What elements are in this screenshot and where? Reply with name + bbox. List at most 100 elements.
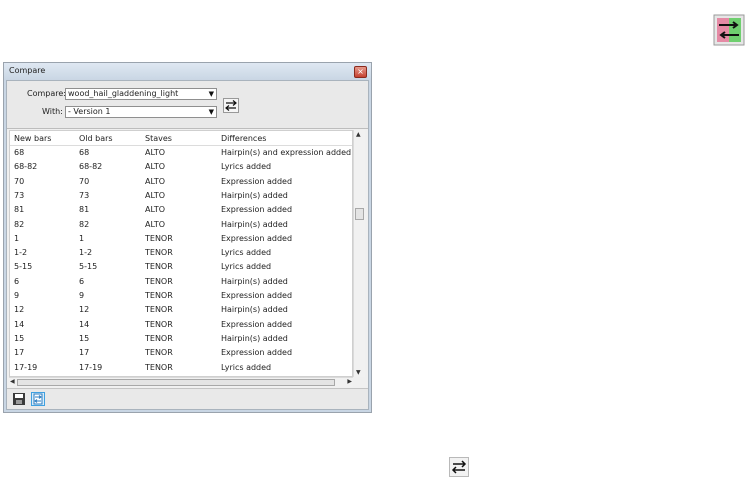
cell-differences: Expression added [221, 233, 293, 243]
cell-differences: Hairpin(s) added [221, 190, 288, 200]
cell-new-bars: 68 [14, 148, 25, 157]
cell-old-bars: 70 [79, 176, 90, 186]
cell-differences: Lyrics added [221, 362, 272, 372]
cell-old-bars: 1-2 [79, 248, 93, 258]
table-row[interactable]: 15 15 TENOR Hairpin(s) added [10, 332, 352, 346]
chevron-down-icon: ▼ [208, 108, 214, 116]
cell-staves: ALTO [145, 205, 166, 215]
cell-old-bars: 73 [79, 190, 90, 200]
cell-new-bars: 70 [14, 176, 25, 186]
scroll-down-icon[interactable]: ▼ [356, 369, 361, 376]
table-row[interactable]: 9 9 TENOR Expression added [10, 289, 352, 303]
cell-new-bars: 81 [14, 205, 25, 215]
column-header-new-bars[interactable]: New bars [14, 134, 51, 143]
table-row[interactable]: 82 82 ALTO Hairpin(s) added [10, 218, 352, 232]
table-row[interactable]: 17-19 17-19 TENOR Lyrics added [10, 361, 352, 375]
cell-staves: TENOR [145, 348, 173, 358]
cell-staves: TENOR [145, 319, 173, 329]
cell-staves: TENOR [145, 333, 173, 343]
cell-staves: TENOR [145, 362, 173, 372]
compare-select-value: wood_hail_gladdening_light [68, 89, 179, 98]
scroll-right-icon[interactable]: ▶ [347, 378, 352, 385]
cell-old-bars: 12 [79, 305, 90, 315]
cell-differences: Hairpin(s) added [221, 305, 288, 315]
cell-staves: ALTO [145, 219, 166, 229]
table-row[interactable]: 17 17 TENOR Expression added [10, 346, 352, 360]
table-row[interactable]: 70 70 ALTO Expression added [10, 175, 352, 189]
cell-differences: Expression added [221, 291, 293, 300]
cell-old-bars: 15 [79, 333, 90, 343]
cell-old-bars: 68 [79, 148, 90, 157]
cell-differences: Expression added [221, 319, 293, 329]
swap-panels-icon[interactable] [713, 14, 745, 46]
cell-staves: TENOR [145, 291, 173, 300]
with-select[interactable]: - Version 1 ▼ [65, 106, 217, 118]
dialog-footer [7, 388, 368, 409]
compare-dialog: Compare × Compare: wood_hail_gladdening_… [3, 62, 372, 413]
table-row[interactable]: 6 6 TENOR Hairpin(s) added [10, 275, 352, 289]
cell-old-bars: 1 [79, 233, 85, 243]
horizontal-scroll-thumb[interactable] [17, 379, 335, 386]
dialog-body: Compare: wood_hail_gladdening_light ▼ Wi… [6, 80, 369, 410]
compare-icon[interactable] [31, 392, 45, 406]
vertical-scrollbar[interactable]: ▲ ▼ [353, 130, 365, 377]
table-row[interactable]: 68 68 ALTO Hairpin(s) and expression added [10, 146, 352, 160]
cell-staves: ALTO [145, 148, 166, 157]
dialog-title: Compare [9, 66, 46, 75]
cell-differences: Hairpin(s) added [221, 333, 288, 343]
cell-staves: TENOR [145, 248, 173, 258]
column-header-differences[interactable]: Differences [221, 134, 266, 143]
chevron-down-icon: ▼ [208, 90, 214, 98]
table-row[interactable]: 73 73 ALTO Hairpin(s) added [10, 189, 352, 203]
cell-staves: ALTO [145, 176, 166, 186]
swap-button[interactable] [223, 98, 239, 113]
cell-old-bars: 9 [79, 291, 85, 300]
scroll-up-icon[interactable]: ▲ [356, 131, 361, 138]
cell-differences: Hairpin(s) and expression added [221, 148, 352, 157]
close-icon: × [357, 67, 364, 76]
cell-differences: Expression added [221, 348, 293, 358]
cell-differences: Lyrics added [221, 248, 272, 258]
table-row[interactable]: 1 1 TENOR Expression added [10, 232, 352, 246]
table-row[interactable]: 14 14 TENOR Expression added [10, 318, 352, 332]
cell-staves: TENOR [145, 262, 173, 272]
cell-new-bars: 6 [14, 276, 20, 286]
cell-new-bars: 73 [14, 190, 25, 200]
cell-staves: TENOR [145, 305, 173, 315]
cell-differences: Hairpin(s) added [221, 219, 288, 229]
cell-old-bars: 82 [79, 219, 90, 229]
column-header-staves[interactable]: Staves [145, 134, 172, 143]
table-header: New bars Old bars Staves Differences [10, 131, 352, 146]
save-icon[interactable] [12, 392, 26, 406]
cell-new-bars: 12 [14, 305, 25, 315]
cell-staves: TENOR [145, 233, 173, 243]
cell-differences: Expression added [221, 205, 293, 215]
cell-new-bars: 9 [14, 291, 20, 300]
table-row[interactable]: 12 12 TENOR Hairpin(s) added [10, 303, 352, 317]
column-header-old-bars[interactable]: Old bars [79, 134, 113, 143]
table-row[interactable]: 68-82 68-82 ALTO Lyrics added [10, 160, 352, 174]
with-label: With: [42, 107, 63, 116]
cell-old-bars: 14 [79, 319, 90, 329]
table-row[interactable]: 81 81 ALTO Expression added [10, 203, 352, 217]
cell-new-bars: 5-15 [14, 262, 33, 272]
close-button[interactable]: × [354, 66, 367, 78]
with-select-value: - Version 1 [68, 107, 111, 116]
cell-old-bars: 81 [79, 205, 90, 215]
cell-new-bars: 82 [14, 219, 25, 229]
vertical-scroll-thumb[interactable] [355, 208, 364, 220]
cell-differences: Lyrics added [221, 162, 272, 172]
cell-new-bars: 17 [14, 348, 25, 358]
scroll-left-icon[interactable]: ◀ [10, 378, 15, 385]
table-row[interactable]: 5-15 5-15 TENOR Lyrics added [10, 260, 352, 274]
cell-old-bars: 68-82 [79, 162, 103, 172]
differences-table: New bars Old bars Staves Differences 68 6… [9, 130, 353, 377]
compare-select[interactable]: wood_hail_gladdening_light ▼ [65, 88, 217, 100]
table-row[interactable]: 1-2 1-2 TENOR Lyrics added [10, 246, 352, 260]
cell-new-bars: 1 [14, 233, 20, 243]
swap-arrows-icon[interactable] [449, 457, 469, 477]
title-bar[interactable]: Compare × [4, 63, 371, 80]
compare-header: Compare: wood_hail_gladdening_light ▼ Wi… [7, 81, 368, 129]
cell-new-bars: 15 [14, 333, 25, 343]
horizontal-scrollbar[interactable]: ◀ ▶ [9, 377, 353, 387]
